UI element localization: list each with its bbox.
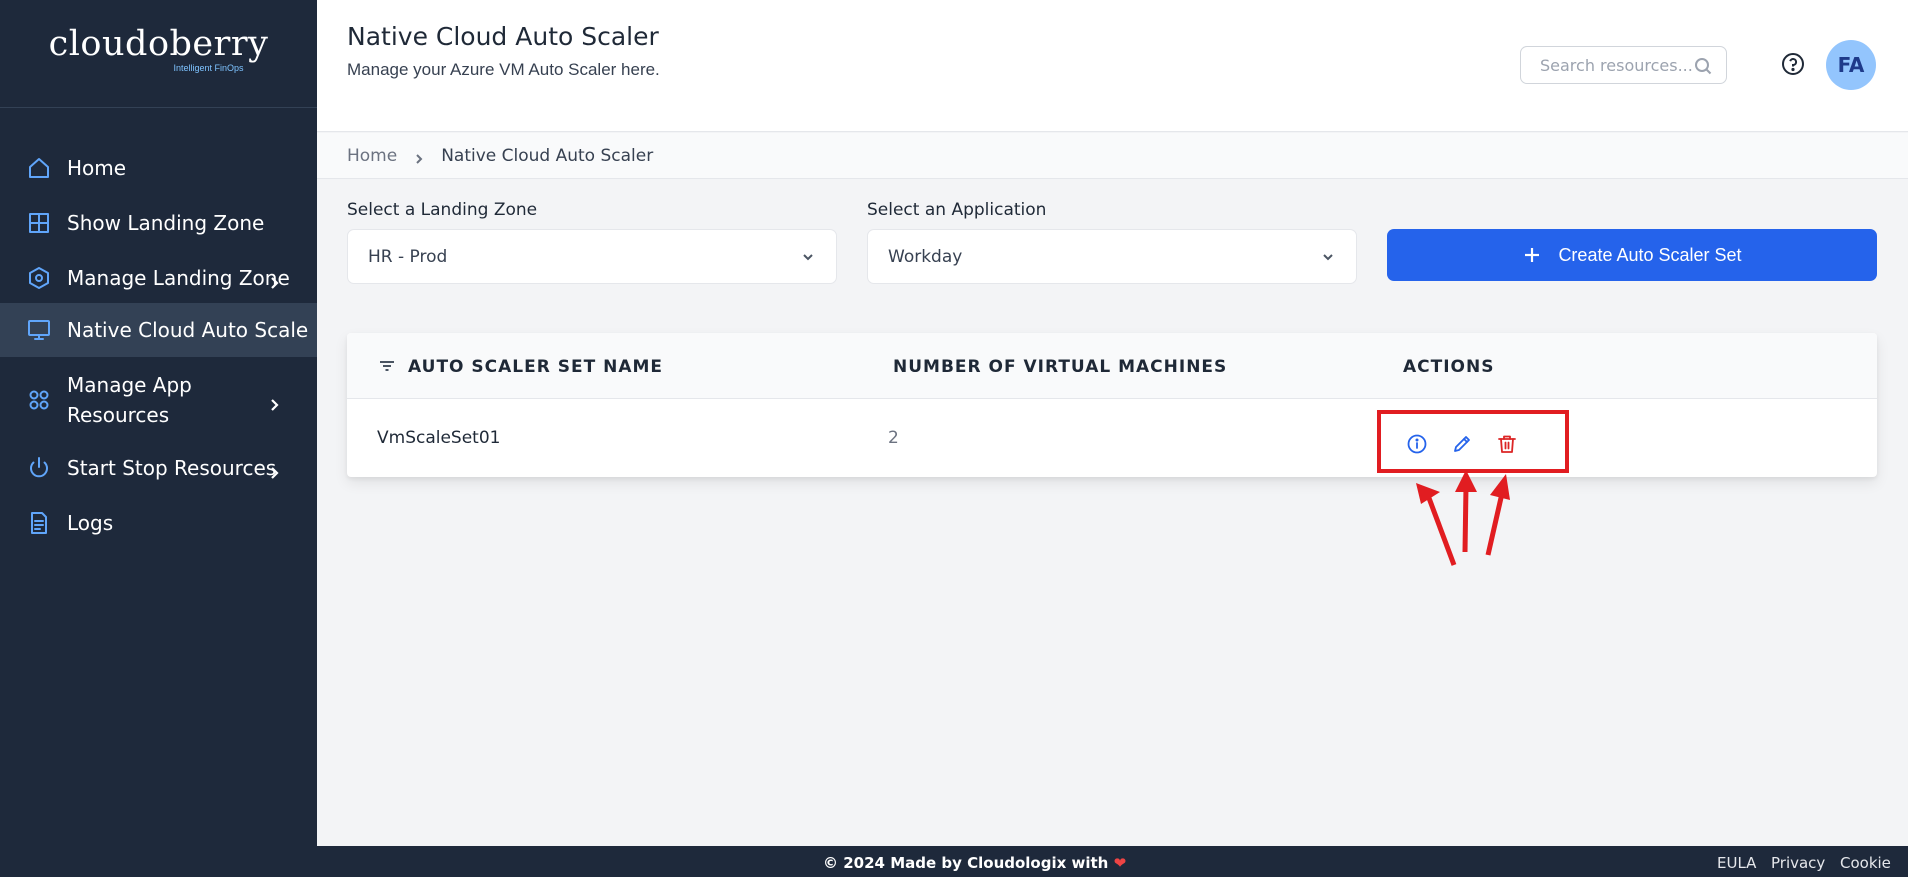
breadcrumb: Home Native Cloud Auto Scaler (317, 133, 1908, 179)
grid-icon (27, 211, 51, 235)
sidebar-item-label: Start Stop Resources (67, 456, 277, 480)
sidebar-item-home[interactable]: Home (0, 153, 317, 183)
avatar[interactable]: FA (1826, 40, 1876, 90)
sidebar-item-label: Logs (67, 511, 114, 535)
sidebar-item-label: Native Cloud Auto Scale (67, 318, 309, 342)
column-header-actions: ACTIONS (1403, 357, 1495, 377)
application-select[interactable]: Workday (867, 229, 1357, 284)
brand-name: cloudoberry (48, 23, 269, 64)
apps-icon (27, 388, 51, 412)
brand-tagline: Intelligent FinOps (173, 62, 244, 73)
home-icon (27, 156, 51, 180)
application-value: Workday (888, 246, 963, 267)
row-name: VmScaleSet01 (377, 428, 501, 448)
filter-icon[interactable] (377, 356, 397, 376)
hexagon-settings-icon (27, 266, 51, 290)
sidebar-item-label: Manage Landing Zone (67, 266, 290, 290)
annotation-highlight-box (1377, 410, 1569, 473)
table-header: AUTO SCALER SET NAME NUMBER OF VIRTUAL M… (347, 333, 1877, 399)
create-auto-scaler-set-button[interactable]: Create Auto Scaler Set (1387, 229, 1877, 281)
chevron-down-icon (800, 249, 816, 265)
sidebar-item-native-cloud-auto-scale[interactable]: Native Cloud Auto Scale (0, 303, 317, 357)
sidebar-item-label-line1: Manage App (67, 373, 192, 397)
sidebar-item-label-line2: Resources (67, 403, 170, 427)
chevron-right-icon (268, 393, 282, 411)
monitor-icon (27, 318, 51, 342)
privacy-link[interactable]: Privacy (1771, 854, 1825, 872)
search-input[interactable] (1540, 55, 1705, 75)
eula-link[interactable]: EULA (1717, 854, 1756, 872)
copyright-text: © 2024 Made by Cloudologix with ❤ (823, 854, 1126, 872)
column-header-vm-count[interactable]: NUMBER OF VIRTUAL MACHINES (893, 357, 1227, 377)
sidebar-item-show-landing-zone[interactable]: Show Landing Zone (0, 208, 317, 238)
page-subtitle: Manage your Azure VM Auto Scaler here. (347, 60, 660, 79)
chevron-right-icon (268, 271, 282, 289)
row-vm-count: 2 (888, 428, 899, 448)
create-button-label: Create Auto Scaler Set (1558, 244, 1742, 265)
sidebar-item-logs[interactable]: Logs (0, 508, 317, 538)
document-icon (27, 511, 51, 535)
heart-icon: ❤ (1113, 854, 1127, 872)
plus-icon (1522, 245, 1542, 265)
search-icon[interactable] (1694, 57, 1712, 75)
sidebar: cloudoberry Intelligent FinOps Home Show… (0, 0, 317, 846)
annotation-arrows (1416, 470, 1510, 566)
sidebar-item-label: Home (67, 156, 127, 180)
landing-zone-label: Select a Landing Zone (347, 200, 538, 220)
page-header: Native Cloud Auto Scaler Manage your Azu… (317, 0, 1908, 132)
brand-logo[interactable]: cloudoberry Intelligent FinOps (0, 0, 317, 108)
footer: © 2024 Made by Cloudologix with ❤ EULA P… (0, 846, 1908, 877)
landing-zone-select[interactable]: HR - Prod (347, 229, 837, 284)
chevron-right-icon (413, 150, 425, 164)
power-icon (27, 456, 51, 480)
auto-scaler-table: AUTO SCALER SET NAME NUMBER OF VIRTUAL M… (347, 333, 1877, 477)
chevron-right-icon (268, 461, 282, 479)
sidebar-item-manage-app-resources[interactable]: Manage App Resources (0, 370, 317, 430)
column-header-name[interactable]: AUTO SCALER SET NAME (408, 357, 663, 377)
landing-zone-value: HR - Prod (368, 246, 448, 267)
copyright-label: © 2024 Made by Cloudologix with (823, 854, 1109, 872)
sidebar-item-manage-landing-zone[interactable]: Manage Landing Zone (0, 263, 317, 293)
breadcrumb-home-link[interactable]: Home (347, 146, 397, 166)
help-icon[interactable] (1781, 52, 1805, 76)
sidebar-item-start-stop-resources[interactable]: Start Stop Resources (0, 453, 317, 483)
search-box (1520, 46, 1727, 84)
cookie-link[interactable]: Cookie (1840, 854, 1891, 872)
page-title: Native Cloud Auto Scaler (347, 22, 659, 51)
chevron-down-icon (1320, 249, 1336, 265)
breadcrumb-current: Native Cloud Auto Scaler (441, 145, 654, 166)
application-label: Select an Application (867, 200, 1047, 220)
sidebar-item-label: Show Landing Zone (67, 211, 265, 235)
